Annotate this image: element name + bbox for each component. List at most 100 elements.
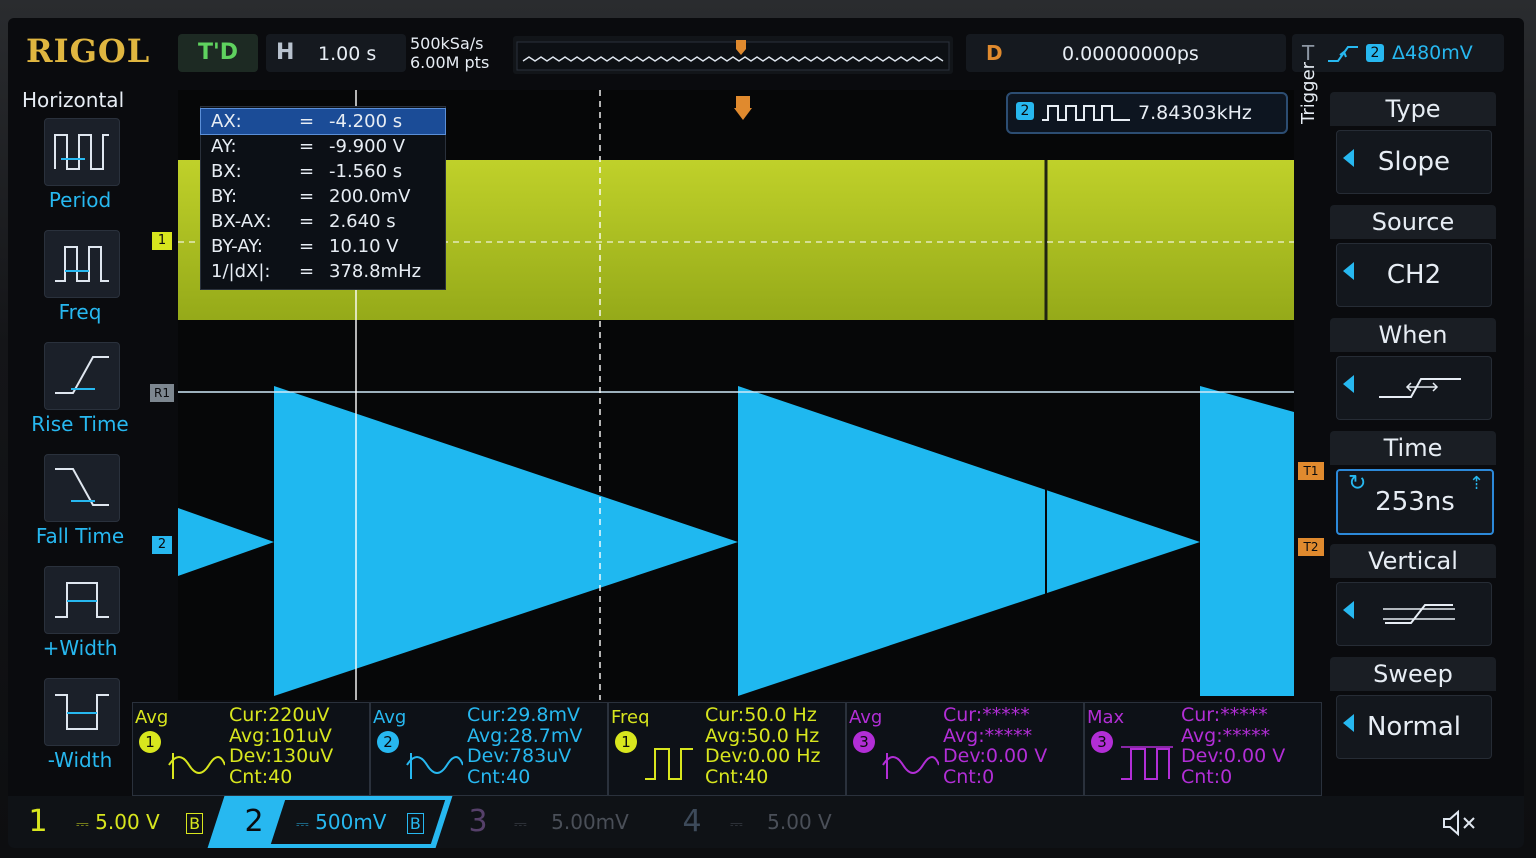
meas-dev: Dev:0.00 V [943, 745, 1048, 767]
ch1-marker[interactable]: 1 [152, 232, 172, 250]
ch3-scale[interactable]: ⎓ 5.00mV [514, 796, 629, 848]
meas-dev: Dev:0.00 Hz [705, 745, 821, 767]
cursor-row-dy: BY-AY: = 10.10 V [201, 234, 445, 259]
trigger-sweep-value[interactable]: Normal [1336, 695, 1492, 759]
menu-freq[interactable]: Freq [18, 230, 138, 340]
ch2-scale-value: 500mV [315, 810, 387, 834]
average-icon [406, 753, 463, 779]
menu-pos-width[interactable]: +Width [18, 566, 138, 676]
trigger-time-value[interactable]: ↻ ⇡ 253ns [1336, 469, 1494, 535]
ch2-waveform [178, 386, 1294, 696]
delay-box[interactable]: D 0.00000000ps [966, 34, 1286, 72]
measurement-3[interactable]: Freq 1 Cur:50.0 Hz Avg:50.0 Hz Dev:0.00 … [608, 702, 846, 796]
meas-cnt: Cnt:40 [229, 765, 293, 788]
trigger-vertical[interactable]: Vertical [1330, 544, 1496, 652]
horizontal-timebase[interactable]: H 1.00 s [266, 34, 406, 72]
trigger-when[interactable]: When [1330, 318, 1496, 426]
adjust-arrow-icon: ⇡ [1468, 473, 1484, 494]
horizontal-measure-menu: Horizontal Period Freq Rise Time Fall Ti… [8, 84, 148, 784]
cursor-key: 1/|dX|: [211, 261, 271, 282]
cursor-eq: = [299, 186, 315, 207]
ch4-scale-value: 5.00 V [767, 810, 832, 834]
memory-overview[interactable] [513, 36, 953, 74]
menu-label-fall-time: Fall Time [35, 524, 125, 548]
trigger-source-text: CH2 [1386, 260, 1442, 290]
run-state-badge[interactable]: T'D [178, 34, 258, 72]
trigger-type[interactable]: Type Slope [1330, 92, 1496, 200]
dc-coupling-icon: ⎓ [76, 814, 89, 833]
cursor-eq: = [299, 236, 315, 257]
frequency-counter[interactable]: 2 7.84303kHz [1006, 92, 1288, 134]
freq-icon [44, 230, 120, 298]
meas-channel-badge: 2 [377, 731, 399, 753]
ch1-scale[interactable]: ⎓ 5.00 V B [76, 796, 204, 848]
trigger-vertical-value[interactable] [1336, 582, 1492, 646]
acquisition-info: 500kSa/s 6.00M pts [410, 34, 489, 72]
cursor-eq: = [299, 111, 315, 132]
cursor-row-inv-dx: 1/|dX|: = 378.8mHz [201, 259, 445, 284]
trigger-t1-marker[interactable]: T1 [1298, 462, 1324, 480]
timebase-value: 1.00 s [318, 43, 377, 65]
trigger-source-value[interactable]: CH2 [1336, 243, 1492, 307]
meas-avg: Avg:***** [1181, 724, 1271, 747]
meas-cur: Cur:29.8mV [467, 704, 580, 726]
cursor-eq: = [299, 261, 315, 282]
measurement-2[interactable]: Avg 2 Cur:29.8mV Avg:28.7mV Dev:783uV Cn… [370, 702, 608, 796]
meas-avg: Avg:***** [943, 724, 1033, 747]
cursor-eq: = [299, 211, 315, 232]
ch1-number[interactable]: 1 [18, 796, 58, 848]
cursor-eq: = [299, 161, 315, 182]
measurement-1[interactable]: Avg 1 Cur:220uV Avg:101uV Dev:130uV Cnt:… [132, 702, 370, 796]
trigger-sweep[interactable]: Sweep Normal [1330, 657, 1496, 765]
cursor-row-bx: BX: = -1.560 s [201, 159, 445, 184]
horizontal-label: H [276, 40, 295, 65]
trigger-status[interactable]: T 2 Δ480mV [1292, 34, 1504, 72]
meas-dev: Dev:130uV [229, 745, 334, 767]
ch2-scale[interactable]: ⎓ 500mV B [296, 796, 424, 848]
ref-r1-marker[interactable]: R1 [150, 384, 174, 402]
cursor-row-ax[interactable]: AX: = -4.200 s [200, 108, 446, 135]
pulse-train-icon [1042, 105, 1130, 121]
menu-fall-time[interactable]: Fall Time [18, 454, 138, 564]
pos-width-icon [44, 566, 120, 634]
trigger-when-value[interactable] [1336, 356, 1492, 420]
trigger-type-value[interactable]: Slope [1336, 130, 1492, 194]
menu-neg-width[interactable]: -Width [18, 678, 138, 788]
menu-rise-time[interactable]: Rise Time [18, 342, 138, 452]
trigger-source[interactable]: Source CH2 [1330, 205, 1496, 313]
meas-channel-badge: 1 [615, 731, 637, 753]
ch4-number[interactable]: 4 [672, 796, 712, 848]
ch2-marker[interactable]: 2 [152, 536, 172, 554]
ch4-scale[interactable]: ⎓ 5.00 V [730, 796, 832, 848]
meas-cur: Cur:***** [943, 704, 1030, 726]
trigger-type-header: Type [1330, 92, 1496, 126]
measurement-5[interactable]: Max 3 Cur:***** Avg:***** Dev:0.00 V Cnt… [1084, 702, 1322, 796]
period-icon [44, 118, 120, 186]
rise-time-icon [44, 342, 120, 410]
measurement-4[interactable]: Avg 3 Cur:***** Avg:***** Dev:0.00 V Cnt… [846, 702, 1084, 796]
meas-cur: Cur:***** [1181, 704, 1268, 726]
ch3-number[interactable]: 3 [458, 796, 498, 848]
cursor-key: BX: [211, 161, 242, 182]
trigger-t2-marker[interactable]: T2 [1298, 538, 1324, 556]
rising-slope-icon [1328, 46, 1358, 62]
cursor-key: AY: [211, 136, 237, 157]
brand-logo: RIGOL [26, 32, 151, 70]
meas-cnt: Cnt:40 [705, 765, 769, 788]
average-icon [882, 753, 939, 779]
trigger-position-icon[interactable] [734, 96, 752, 120]
trigger-type-text: Slope [1377, 147, 1451, 177]
left-arrow-icon [1343, 714, 1354, 732]
cursor-value: 378.8mHz [329, 261, 422, 282]
trigger-source-header: Source [1330, 205, 1496, 239]
meas-dev: Dev:783uV [467, 745, 572, 767]
ch2-number[interactable]: 2 [234, 796, 274, 848]
rotate-knob-icon: ↻ [1348, 471, 1367, 496]
mute-speaker-icon[interactable] [1440, 808, 1480, 838]
meas-dev: Dev:0.00 V [1181, 745, 1286, 767]
trigger-time[interactable]: Time ↻ ⇡ 253ns [1330, 431, 1496, 539]
menu-period[interactable]: Period [18, 118, 138, 228]
menu-label-neg-width: -Width [47, 748, 113, 772]
menu-label-period: Period [48, 188, 112, 212]
left-arrow-icon [1343, 375, 1354, 393]
